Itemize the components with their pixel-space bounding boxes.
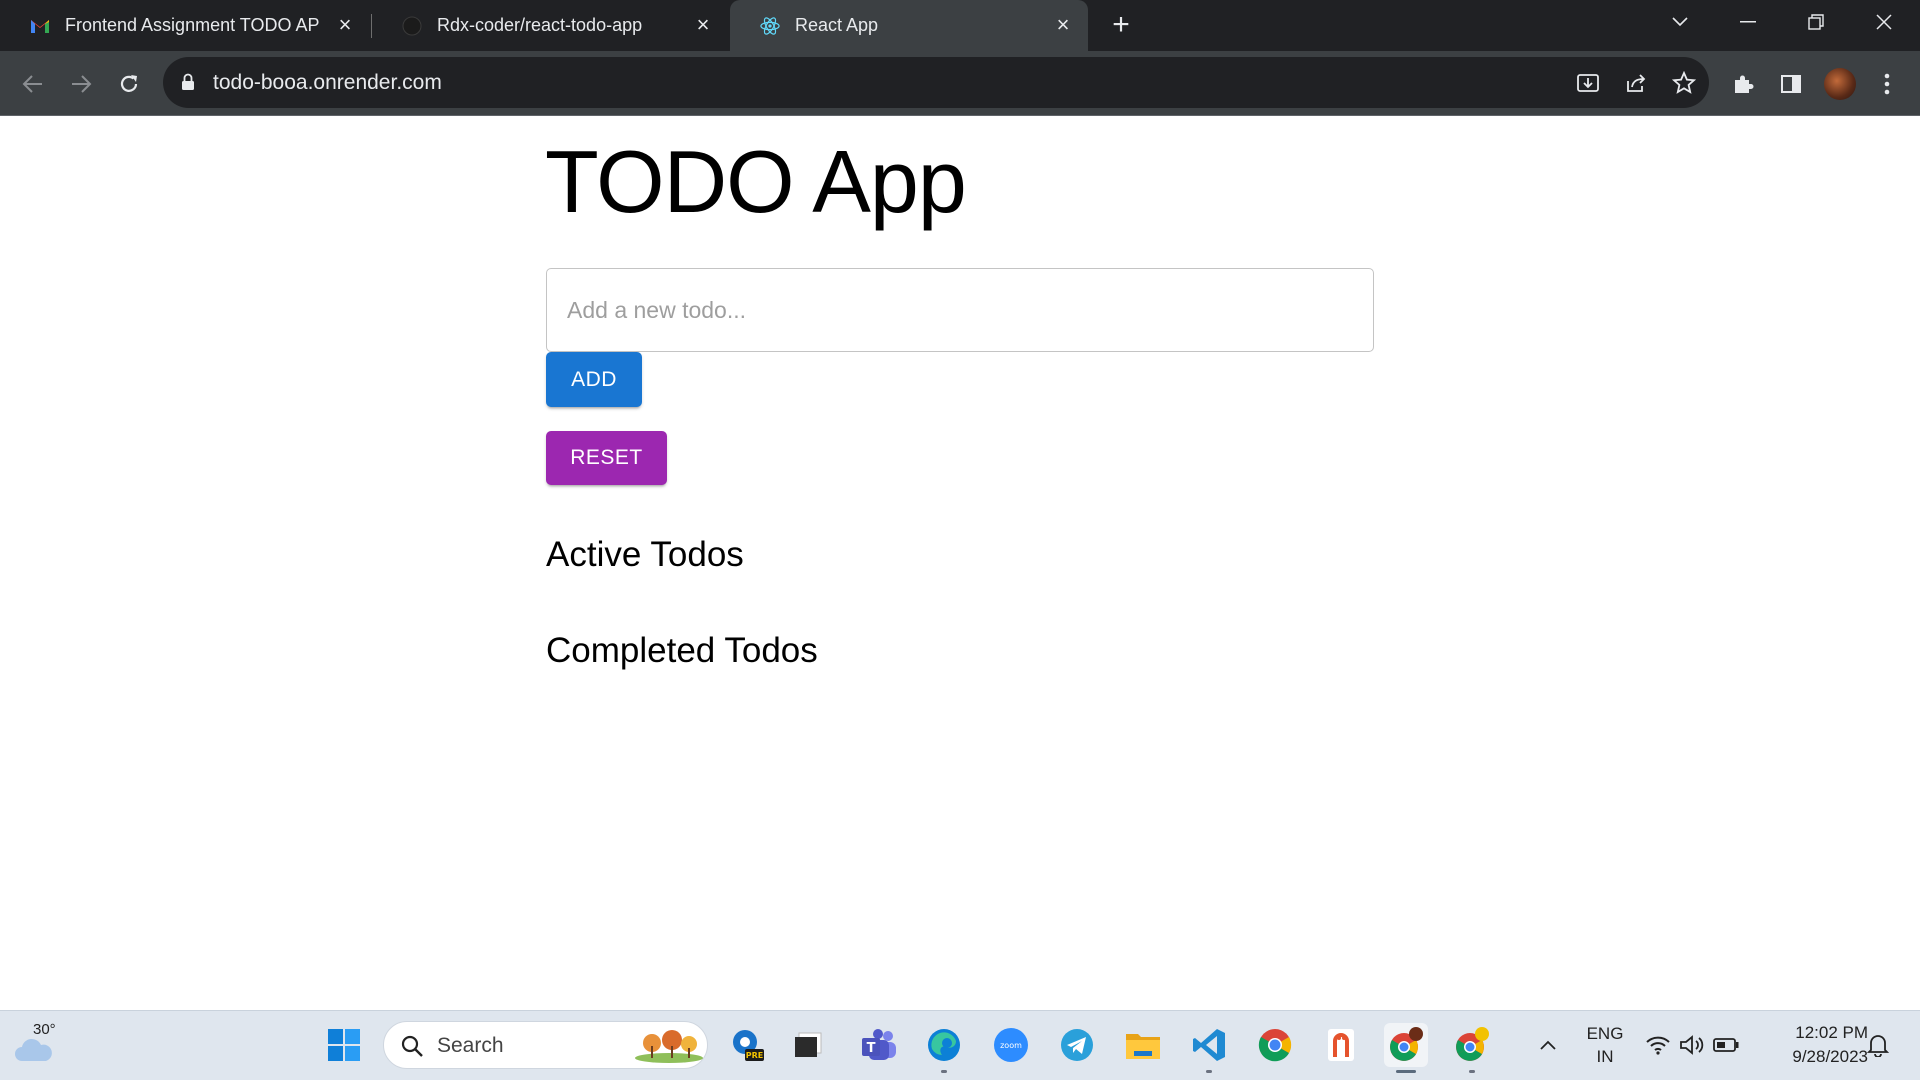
address-bar[interactable]: todo-booa.onrender.com [163,57,1709,108]
file-explorer-icon[interactable] [1121,1023,1165,1067]
github-icon [402,16,422,36]
show-hidden-icons-chevron-up-icon[interactable] [1526,1023,1570,1067]
search-label: Search [437,1034,504,1057]
volume-icon [1680,1035,1704,1055]
tab-title: Rdx-coder/react-todo-app [437,15,643,35]
close-tab-icon[interactable]: × [1052,14,1074,36]
back-icon[interactable] [17,68,49,100]
extensions-icon[interactable] [1727,68,1759,100]
profile-avatar[interactable] [1824,68,1856,100]
task-view-icon[interactable] [786,1023,830,1067]
quick-settings[interactable] [1640,1023,1744,1067]
tab-search-icon[interactable] [1652,0,1708,44]
lock-icon[interactable] [181,73,195,96]
app-icon[interactable] [1319,1023,1363,1067]
start-icon[interactable] [322,1023,366,1067]
system-clock[interactable]: 12:02 PM 9/28/2023 [1758,1021,1868,1069]
app-title: TODO App [545,132,967,231]
running-indicator [1469,1070,1475,1073]
side-panel-icon[interactable] [1775,68,1807,100]
battery-icon [1713,1038,1739,1052]
taskbar-search-box[interactable]: Search [383,1021,708,1069]
more-menu-icon[interactable] [1871,68,1903,100]
tab-gmail[interactable]: Frontend Assignment TODO APP × [0,0,370,51]
windows-taskbar: 30° Search PRE T zoom ENG IN 12:02 PM 9/… [0,1010,1920,1080]
weather-temperature: 30° [33,1021,56,1038]
chrome-profile-icon[interactable] [1384,1023,1428,1073]
running-indicator [1206,1070,1212,1073]
svg-text:T: T [867,1041,876,1056]
clock-date: 9/28/2023 [1792,1047,1868,1066]
restore-icon[interactable] [1788,0,1844,44]
notification-bell-icon[interactable] [1858,1023,1898,1067]
close-tab-icon[interactable]: × [692,14,714,36]
wifi-icon [1646,1036,1670,1055]
url-text: todo-booa.onrender.com [213,71,442,94]
vscode-icon[interactable] [1187,1023,1231,1073]
tab-react-app[interactable]: React App × [730,0,1088,51]
add-button[interactable]: ADD [546,352,642,407]
outlook-pre-icon[interactable]: PRE [725,1023,769,1067]
edge-icon[interactable] [922,1023,966,1073]
cloud-icon [15,1038,52,1061]
reload-icon[interactable] [113,68,145,100]
search-highlight-icon [635,1030,703,1063]
running-indicator [941,1070,947,1073]
svg-text:zoom: zoom [1000,1041,1022,1050]
active-indicator [1396,1070,1416,1073]
telegram-icon[interactable] [1055,1023,1099,1067]
browser-tab-strip: Frontend Assignment TODO APP × Rdx-coder… [0,0,1920,51]
search-icon [401,1035,423,1057]
chrome-icon[interactable] [1253,1023,1297,1067]
new-todo-input[interactable] [546,268,1374,352]
completed-todos-heading: Completed Todos [546,631,818,670]
region-code: IN [1596,1047,1614,1066]
chrome-profile-2-icon[interactable] [1450,1023,1494,1073]
bookmark-star-icon[interactable] [1671,70,1697,96]
tab-github[interactable]: Rdx-coder/react-todo-app × [372,0,728,51]
svg-text:PRE: PRE [746,1051,764,1060]
tab-title: Frontend Assignment TODO APP [65,15,320,35]
install-app-icon[interactable] [1575,70,1601,96]
close-tab-icon[interactable]: × [334,14,356,36]
weather-widget[interactable]: 30° [14,1021,64,1071]
share-icon[interactable] [1623,70,1649,96]
active-todos-heading: Active Todos [546,535,744,574]
react-icon [760,16,780,36]
language-code: ENG [1586,1024,1624,1043]
language-indicator[interactable]: ENG IN [1580,1022,1630,1068]
browser-toolbar: todo-booa.onrender.com [0,51,1920,116]
forward-icon[interactable] [65,68,97,100]
gmail-icon [30,16,50,36]
close-window-icon[interactable] [1856,0,1912,44]
minimize-icon[interactable] [1720,0,1776,44]
zoom-icon[interactable]: zoom [989,1023,1033,1067]
reset-button[interactable]: RESET [546,431,667,485]
clock-time: 12:02 PM [1795,1023,1868,1042]
page-content: TODO App ADD RESET Active Todos Complete… [0,117,1920,1010]
teams-icon[interactable]: T [857,1023,901,1067]
new-tab-button[interactable]: + [1106,10,1136,41]
tab-title: React App [795,15,879,35]
